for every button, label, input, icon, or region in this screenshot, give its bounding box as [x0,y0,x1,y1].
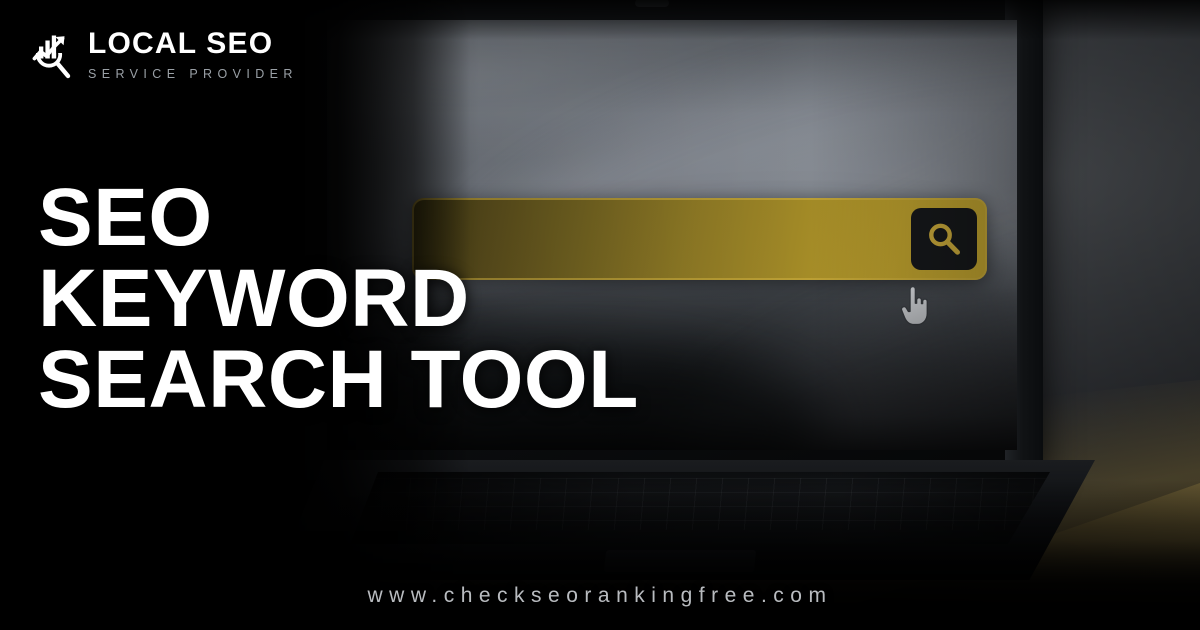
seo-banner-image: LOCAL SEO SERVICE PROVIDER SEO KEYWORD S… [0,0,1200,630]
headline-line-1: SEO [38,172,213,263]
page-title: SEO KEYWORD SEARCH TOOL [38,172,758,425]
brand-tagline: SERVICE PROVIDER [88,66,298,81]
brand-logo[interactable]: LOCAL SEO SERVICE PROVIDER [28,28,298,82]
brand-name: LOCAL SEO [88,27,274,60]
headline-line-2: KEYWORD [38,252,470,344]
website-url[interactable]: www.checkseorankingfree.com [0,584,1200,608]
headline-line-3: SEARCH TOOL [38,333,639,425]
magnifier-growth-chart-icon [28,30,76,82]
